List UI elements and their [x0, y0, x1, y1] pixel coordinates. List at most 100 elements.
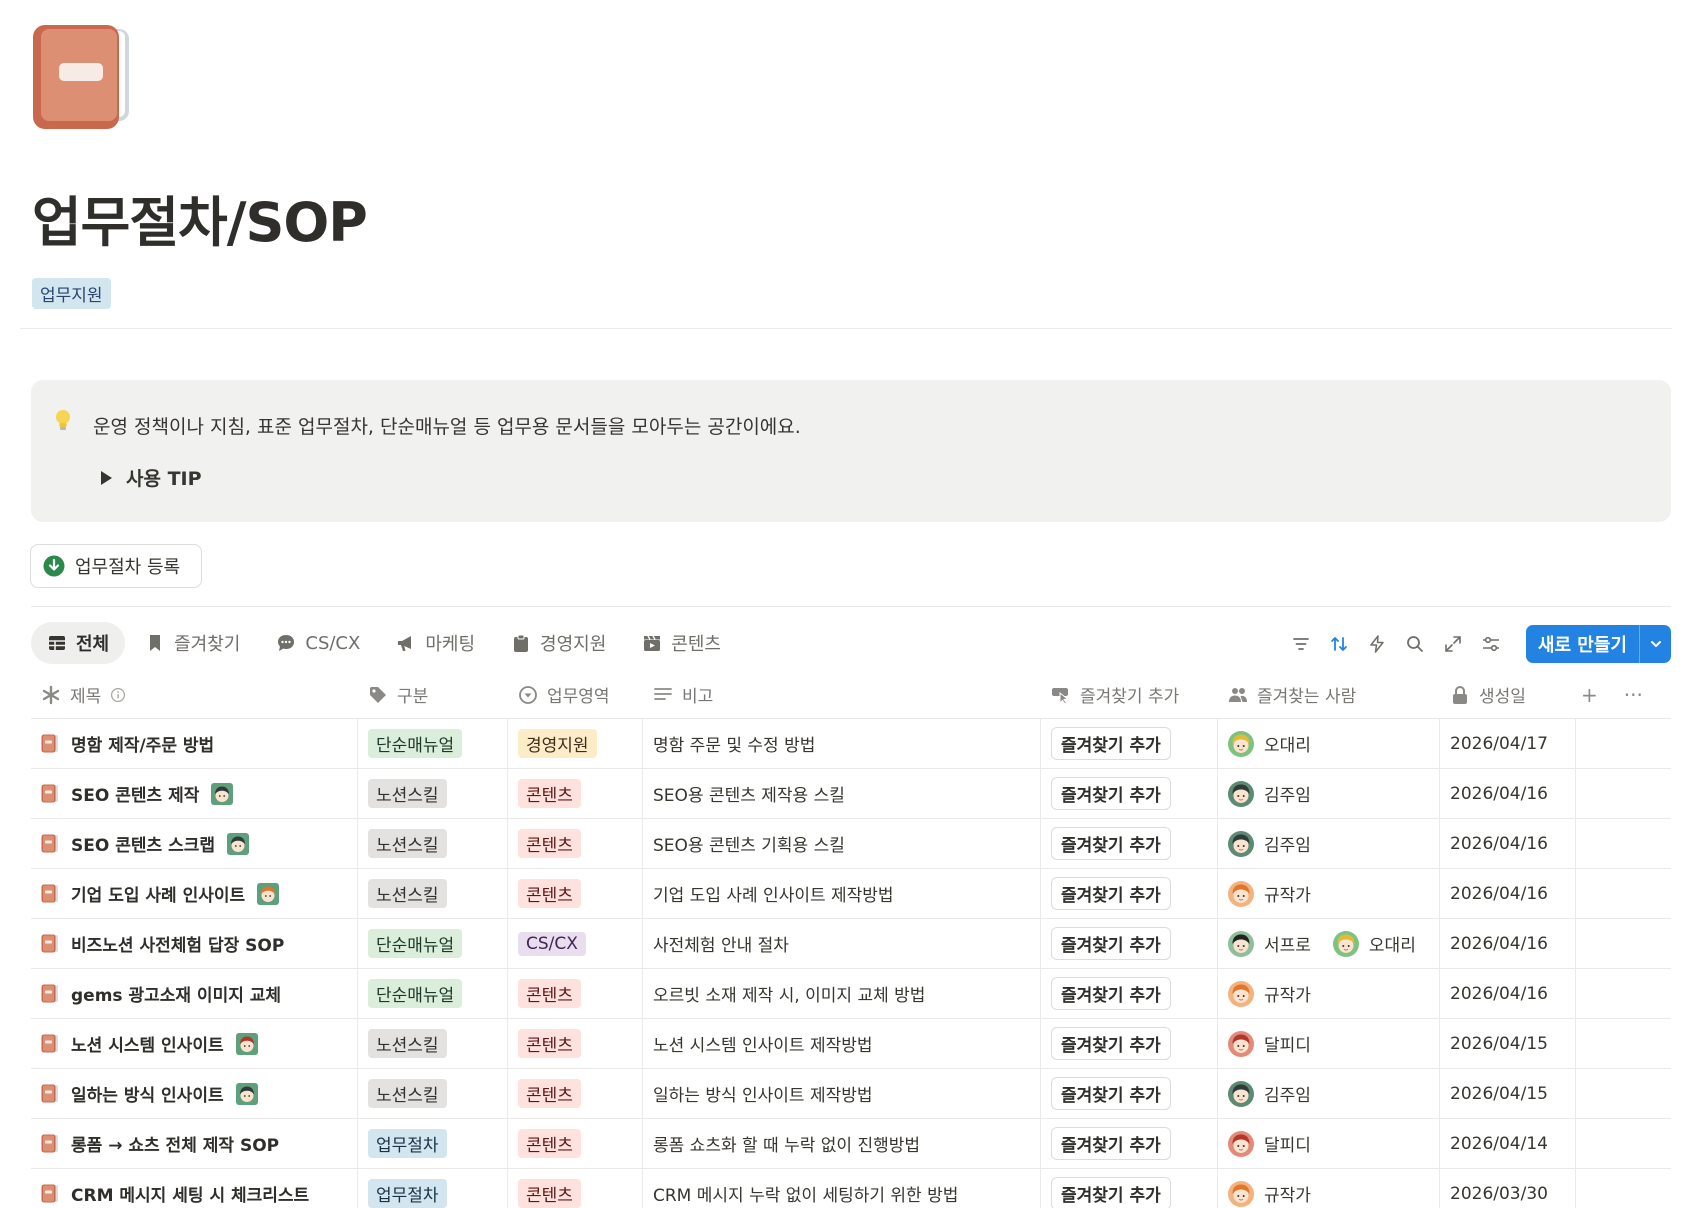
- column-header-area[interactable]: 업무영역: [508, 671, 643, 719]
- area-cell[interactable]: 콘텐츠: [508, 1018, 643, 1069]
- search-button[interactable]: [1404, 633, 1426, 655]
- title-cell[interactable]: SEO 콘텐츠 스크랩: [31, 818, 358, 869]
- column-header-favorited-by[interactable]: 즐겨찾는 사람: [1218, 671, 1440, 719]
- person[interactable]: 달피디: [1228, 1130, 1311, 1157]
- area-cell[interactable]: 콘텐츠: [508, 1168, 643, 1208]
- title-cell[interactable]: 비즈노션 사전체험 답장 SOP: [31, 918, 358, 969]
- category-cell[interactable]: 단순매뉴얼: [358, 918, 508, 969]
- person[interactable]: 김주임: [1228, 830, 1311, 857]
- expand-button[interactable]: [1442, 633, 1464, 655]
- category-cell[interactable]: 노션스킬: [358, 768, 508, 819]
- title-cell[interactable]: 기업 도입 사례 인사이트: [31, 868, 358, 919]
- column-header-note[interactable]: 비고: [643, 671, 1041, 719]
- favorited-by-cell[interactable]: 오대리: [1218, 718, 1440, 769]
- note-cell[interactable]: SEO용 콘텐츠 기획용 스킬: [643, 818, 1041, 869]
- add-favorite-button[interactable]: 즐겨찾기 추가: [1051, 1027, 1171, 1060]
- automation-button[interactable]: [1366, 633, 1388, 655]
- empty-cell[interactable]: [1576, 1169, 1671, 1208]
- column-header-category[interactable]: 구분: [358, 671, 508, 719]
- add-favorite-button[interactable]: 즐겨찾기 추가: [1051, 777, 1171, 810]
- area-cell[interactable]: 콘텐츠: [508, 968, 643, 1019]
- favorited-by-cell[interactable]: 달피디: [1218, 1018, 1440, 1069]
- empty-cell[interactable]: [1576, 1119, 1671, 1169]
- empty-cell[interactable]: [1576, 719, 1671, 769]
- area-cell[interactable]: 콘텐츠: [508, 1118, 643, 1169]
- more-options-button[interactable]: ···: [1624, 683, 1643, 707]
- person[interactable]: 규작가: [1228, 880, 1311, 907]
- tab-marketing[interactable]: 마케팅: [380, 622, 491, 664]
- add-property-button[interactable]: +: [1581, 683, 1598, 707]
- column-header-created[interactable]: 생성일: [1440, 671, 1576, 719]
- favorited-by-cell[interactable]: 김주임: [1218, 768, 1440, 819]
- tab-contents[interactable]: 콘텐츠: [626, 622, 737, 664]
- person[interactable]: 달피디: [1228, 1030, 1311, 1057]
- category-cell[interactable]: 노션스킬: [358, 1018, 508, 1069]
- usage-tip-toggle[interactable]: 사용 TIP: [101, 464, 202, 491]
- note-cell[interactable]: SEO용 콘텐츠 제작용 스킬: [643, 768, 1041, 819]
- column-header-title[interactable]: 제목: [31, 671, 358, 719]
- add-favorite-button[interactable]: 즐겨찾기 추가: [1051, 877, 1171, 910]
- title-cell[interactable]: CRM 메시지 세팅 시 체크리스트: [31, 1168, 358, 1208]
- tab-all[interactable]: 전체: [31, 622, 126, 664]
- category-cell[interactable]: 단순매뉴얼: [358, 718, 508, 769]
- add-favorite-button[interactable]: 즐겨찾기 추가: [1051, 827, 1171, 860]
- toggle-arrow-icon[interactable]: [101, 470, 112, 485]
- filter-button[interactable]: [1290, 633, 1312, 655]
- note-cell[interactable]: 기업 도입 사례 인사이트 제작방법: [643, 868, 1041, 919]
- note-cell[interactable]: 노션 시스템 인사이트 제작방법: [643, 1018, 1041, 1069]
- table-row[interactable]: 노션 시스템 인사이트 노션스킬 콘텐츠 노션 시스템 인사이트 제작방법 즐겨찾기 추…: [31, 1018, 1671, 1069]
- title-cell[interactable]: SEO 콘텐츠 제작: [31, 768, 358, 819]
- person[interactable]: 규작가: [1228, 980, 1311, 1007]
- table-row[interactable]: 일하는 방식 인사이트 노션스킬 콘텐츠 일하는 방식 인사이트 제작방법 즐겨찾기 추…: [31, 1068, 1671, 1119]
- area-cell[interactable]: 콘텐츠: [508, 818, 643, 869]
- category-cell[interactable]: 업무절차: [358, 1168, 508, 1208]
- empty-cell[interactable]: [1576, 1069, 1671, 1119]
- person[interactable]: 서프로: [1228, 930, 1311, 957]
- sort-button[interactable]: [1328, 633, 1350, 655]
- table-row[interactable]: SEO 콘텐츠 스크랩 노션스킬 콘텐츠 SEO용 콘텐츠 기획용 스킬 즐겨찾기 추가…: [31, 818, 1671, 869]
- title-cell[interactable]: 노션 시스템 인사이트: [31, 1018, 358, 1069]
- favorited-by-cell[interactable]: 김주임: [1218, 1068, 1440, 1119]
- note-cell[interactable]: 롱폼 쇼츠화 할 때 누락 없이 진행방법: [643, 1118, 1041, 1169]
- area-cell[interactable]: 콘텐츠: [508, 768, 643, 819]
- empty-cell[interactable]: [1576, 769, 1671, 819]
- empty-cell[interactable]: [1576, 1019, 1671, 1069]
- empty-cell[interactable]: [1576, 869, 1671, 919]
- area-cell[interactable]: 콘텐츠: [508, 1068, 643, 1119]
- empty-cell[interactable]: [1576, 819, 1671, 869]
- table-row[interactable]: 기업 도입 사례 인사이트 노션스킬 콘텐츠 기업 도입 사례 인사이트 제작방법 즐겨…: [31, 868, 1671, 919]
- favorited-by-cell[interactable]: 김주임: [1218, 818, 1440, 869]
- view-settings-button[interactable]: [1480, 633, 1502, 655]
- note-cell[interactable]: 사전체험 안내 절차: [643, 918, 1041, 969]
- new-button[interactable]: 새로 만들기: [1526, 625, 1639, 663]
- person[interactable]: 오대리: [1332, 930, 1416, 957]
- favorited-by-cell[interactable]: 규작가: [1218, 1168, 1440, 1208]
- area-cell[interactable]: 경영지원: [508, 718, 643, 769]
- add-favorite-button[interactable]: 즐겨찾기 추가: [1051, 1127, 1171, 1160]
- note-cell[interactable]: 오르빗 소재 제작 시, 이미지 교체 방법: [643, 968, 1041, 1019]
- new-dropdown-button[interactable]: [1639, 625, 1671, 663]
- area-cell[interactable]: 콘텐츠: [508, 868, 643, 919]
- favorited-by-cell[interactable]: 규작가: [1218, 868, 1440, 919]
- title-cell[interactable]: 명함 제작/주문 방법: [31, 718, 358, 769]
- info-icon[interactable]: [110, 687, 126, 703]
- area-cell[interactable]: CS/CX: [508, 918, 643, 969]
- favorited-by-cell[interactable]: 달피디: [1218, 1118, 1440, 1169]
- empty-cell[interactable]: [1576, 919, 1671, 969]
- register-procedure-button[interactable]: 업무절차 등록: [30, 544, 202, 588]
- add-favorite-button[interactable]: 즐겨찾기 추가: [1051, 977, 1171, 1010]
- favorited-by-cell[interactable]: 규작가: [1218, 968, 1440, 1019]
- add-favorite-button[interactable]: 즐겨찾기 추가: [1051, 727, 1171, 760]
- title-cell[interactable]: 롱폼 → 쇼츠 전체 제작 SOP: [31, 1118, 358, 1169]
- category-cell[interactable]: 노션스킬: [358, 818, 508, 869]
- table-row[interactable]: 명함 제작/주문 방법 단순매뉴얼 경영지원 명함 주문 및 수정 방법 즐겨찾기 추가…: [31, 718, 1671, 769]
- person[interactable]: 오대리: [1228, 730, 1311, 757]
- table-row[interactable]: 롱폼 → 쇼츠 전체 제작 SOP 업무절차 콘텐츠 롱폼 쇼츠화 할 때 누락 없이…: [31, 1118, 1671, 1169]
- tab-favorites[interactable]: 즐겨찾기: [129, 622, 256, 664]
- title-cell[interactable]: 일하는 방식 인사이트: [31, 1068, 358, 1119]
- category-cell[interactable]: 단순매뉴얼: [358, 968, 508, 1019]
- person[interactable]: 김주임: [1228, 780, 1311, 807]
- empty-cell[interactable]: [1576, 969, 1671, 1019]
- column-header-favorite-add[interactable]: 즐겨찾기 추가: [1041, 671, 1218, 719]
- note-cell[interactable]: 일하는 방식 인사이트 제작방법: [643, 1068, 1041, 1119]
